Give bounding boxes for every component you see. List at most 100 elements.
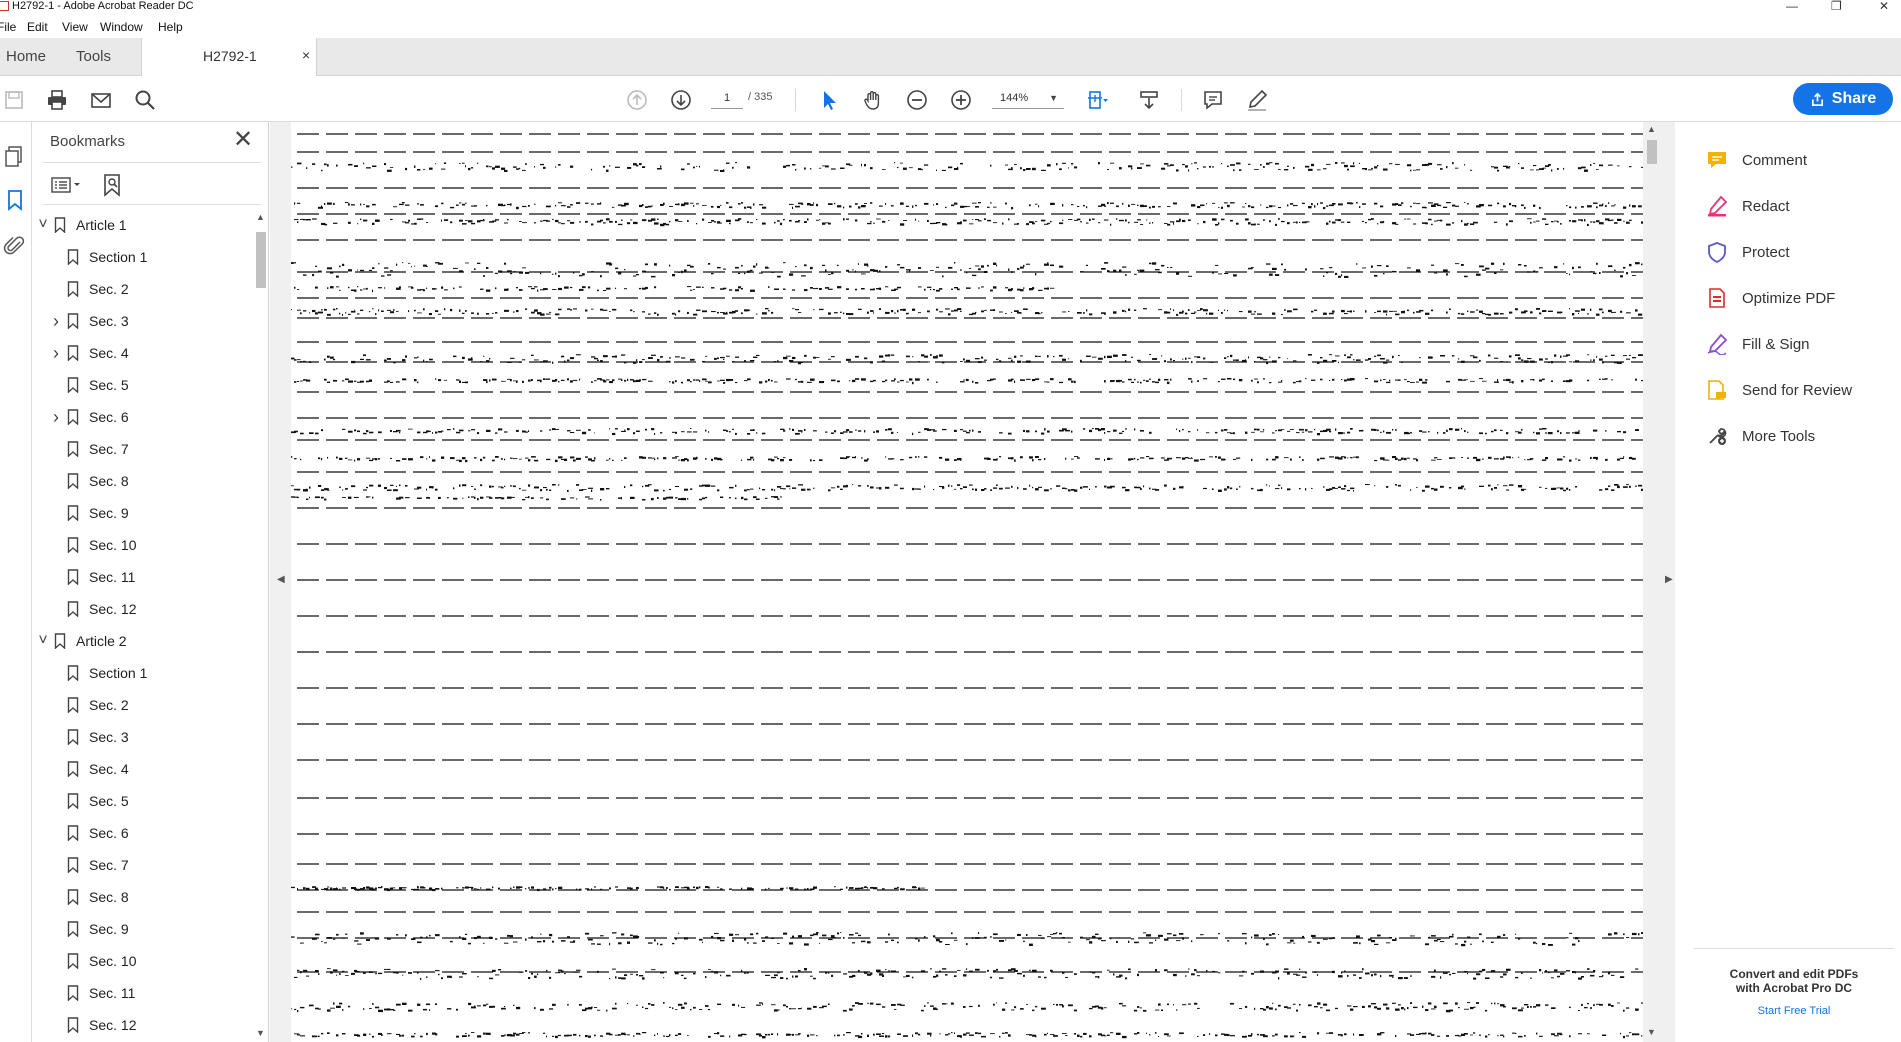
bookmark-item[interactable]: Sec. 5	[49, 788, 129, 814]
bookmark-item[interactable]: › Sec. 4	[49, 340, 129, 366]
zoom-in-icon[interactable]	[947, 86, 975, 114]
bookmark-item[interactable]: ˅ Article 1	[36, 212, 127, 238]
bookmark-item[interactable]: Sec. 12	[49, 596, 136, 622]
scroll-up-icon[interactable]: ▲	[256, 212, 265, 222]
highlight-pen-icon[interactable]	[1243, 86, 1271, 114]
start-free-trial-link[interactable]: Start Free Trial	[1694, 1005, 1894, 1017]
document-scrollbar[interactable]: ▲ ▼	[1643, 122, 1661, 1042]
bookmark-item[interactable]: Sec. 6	[49, 820, 129, 846]
tool-send-for-review[interactable]: Send for Review	[1706, 377, 1852, 403]
chevron-down-icon[interactable]: ˅	[36, 216, 50, 234]
next-page-icon[interactable]	[667, 86, 695, 114]
page-number-input[interactable]: 1	[711, 87, 743, 109]
tab-document-label: H2792-1	[203, 48, 257, 64]
select-tool-icon[interactable]	[815, 86, 843, 114]
garbled-text-band	[291, 484, 1643, 492]
scroll-down-icon[interactable]: ▼	[256, 1028, 265, 1038]
bookmark-label: Article 1	[76, 217, 127, 233]
tab-document[interactable]: H2792-1 ×	[141, 38, 317, 76]
bookmark-icon	[67, 473, 79, 489]
pdf-page[interactable]	[291, 122, 1643, 1042]
promo-text-line-1: Convert and edit PDFs	[1729, 967, 1859, 981]
bookmark-item[interactable]: Sec. 8	[49, 468, 129, 494]
menu-file[interactable]: File	[0, 20, 16, 34]
bookmark-item[interactable]: Section 1	[49, 660, 147, 686]
bookmark-item[interactable]: Sec. 2	[49, 692, 129, 718]
tool-redact[interactable]: Redact	[1706, 193, 1790, 219]
add-bookmark-button[interactable]	[101, 173, 123, 197]
chevron-right-icon[interactable]: ›	[49, 343, 63, 364]
bookmark-item[interactable]: Sec. 10	[49, 532, 136, 558]
scrollbar-thumb[interactable]	[1647, 140, 1657, 164]
menu-help[interactable]: Help	[158, 20, 183, 34]
zoom-level-dropdown[interactable]: 144% ▼	[992, 87, 1064, 109]
bookmark-item[interactable]: Section 1	[49, 244, 147, 270]
bookmark-item[interactable]: Sec. 9	[49, 500, 129, 526]
bookmark-item[interactable]: Sec. 2	[49, 276, 129, 302]
comment-tool-icon[interactable]	[1199, 86, 1227, 114]
close-icon[interactable]: ✕	[233, 128, 253, 152]
scroll-up-icon[interactable]: ▲	[1647, 124, 1656, 134]
bookmark-item[interactable]: Sec. 10	[49, 948, 136, 974]
menu-window[interactable]: Window	[100, 20, 143, 34]
bookmark-icon	[67, 409, 79, 425]
minimize-button[interactable]: —	[1786, 0, 1798, 12]
expand-right-panel-icon[interactable]: ▶	[1665, 574, 1673, 585]
bookmark-item[interactable]: › Sec. 3	[49, 308, 129, 334]
fit-page-icon[interactable]	[1083, 86, 1111, 114]
menu-view[interactable]: View	[62, 20, 88, 34]
collapse-left-panel-icon[interactable]: ◀	[277, 574, 285, 585]
tools-pane: Comment Redact Protect Optimize PDF Fill…	[1676, 122, 1901, 1042]
bookmark-item[interactable]: Sec. 7	[49, 852, 129, 878]
bookmark-item[interactable]: Sec. 12	[49, 1012, 136, 1038]
restore-button[interactable]: ❐	[1831, 0, 1842, 12]
page-thumbnails-icon[interactable]	[3, 144, 27, 168]
bookmark-item[interactable]: Sec. 11	[49, 564, 135, 590]
bookmark-item[interactable]: Sec. 5	[49, 372, 129, 398]
tab-close-icon[interactable]: ×	[302, 47, 310, 63]
save-icon[interactable]	[0, 86, 28, 114]
bookmark-item[interactable]: ˅ Article 2	[36, 628, 127, 654]
bookmarks-scrollbar[interactable]: ▲ ▼	[252, 212, 269, 1042]
print-icon[interactable]	[43, 86, 71, 114]
bookmarks-panel-icon[interactable]	[3, 188, 27, 212]
bookmark-icon	[67, 313, 79, 329]
tool-comment[interactable]: Comment	[1706, 147, 1807, 173]
scroll-down-icon[interactable]: ▼	[1647, 1027, 1656, 1037]
tool-fill-sign[interactable]: Fill & Sign	[1706, 331, 1810, 357]
acrobat-app-icon	[0, 1, 9, 11]
share-button[interactable]: Share	[1793, 83, 1893, 115]
search-icon[interactable]	[131, 86, 159, 114]
scrollbar-thumb[interactable]	[256, 232, 266, 288]
bookmark-item[interactable]: Sec. 3	[49, 724, 129, 750]
bookmark-icon	[67, 569, 79, 585]
menu-edit[interactable]: Edit	[27, 20, 48, 34]
toolbar: 1 / 335 144% ▼ Share	[0, 77, 1901, 122]
tool-optimize-pdf[interactable]: Optimize PDF	[1706, 285, 1835, 311]
chevron-right-icon[interactable]: ›	[49, 407, 63, 428]
scroll-mode-icon[interactable]	[1135, 86, 1163, 114]
bookmark-label: Sec. 6	[89, 825, 129, 841]
bookmark-item[interactable]: › Sec. 6	[49, 404, 129, 430]
bookmark-options-button[interactable]	[50, 175, 86, 195]
tool-protect[interactable]: Protect	[1706, 239, 1790, 265]
attachments-icon[interactable]	[3, 234, 27, 258]
bookmark-item[interactable]: Sec. 11	[49, 980, 135, 1006]
chevron-down-icon[interactable]: ˅	[36, 632, 50, 650]
bookmark-item[interactable]: Sec. 4	[49, 756, 129, 782]
chevron-right-icon[interactable]: ›	[49, 311, 63, 332]
tab-tools[interactable]: Tools	[76, 48, 111, 65]
tool-more-tools[interactable]: More Tools	[1706, 423, 1815, 449]
bookmark-label: Sec. 9	[89, 921, 129, 937]
previous-page-icon[interactable]	[623, 86, 651, 114]
bookmark-item[interactable]: Sec. 9	[49, 916, 129, 942]
upgrade-promo: Convert and edit PDFs with Acrobat Pro D…	[1694, 948, 1894, 1017]
hand-tool-icon[interactable]	[859, 86, 887, 114]
bookmark-item[interactable]: Sec. 7	[49, 436, 129, 462]
close-window-button[interactable]: ✕	[1879, 0, 1889, 12]
bookmark-item[interactable]: Sec. 8	[49, 884, 129, 910]
email-icon[interactable]	[87, 86, 115, 114]
zoom-out-icon[interactable]	[903, 86, 931, 114]
tab-home[interactable]: Home	[6, 48, 46, 65]
fill-sign-icon	[1707, 333, 1728, 355]
